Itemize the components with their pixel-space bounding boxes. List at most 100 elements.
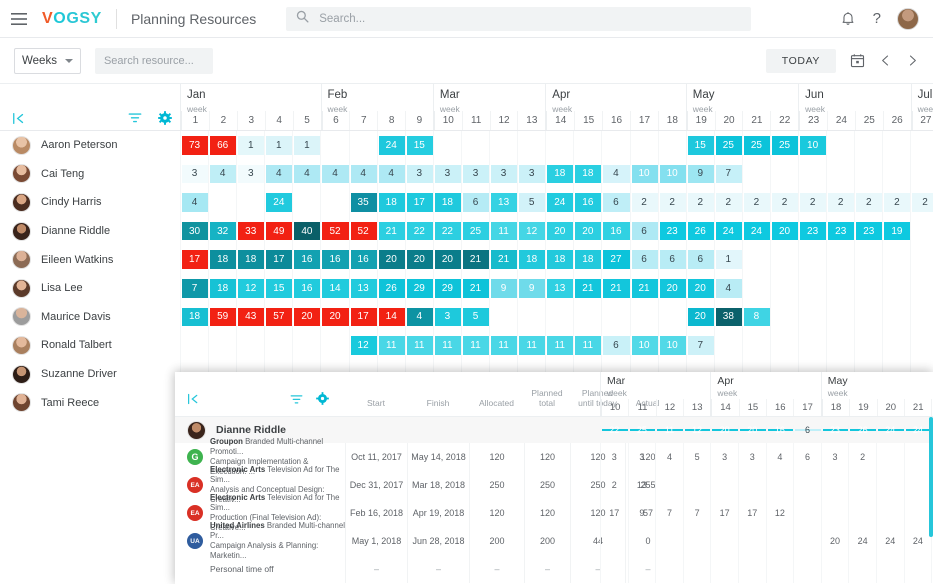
allocation-cell[interactable]: 18 (517, 245, 546, 274)
allocation-cell[interactable]: 24 (376, 131, 405, 160)
collapse-left-icon[interactable] (12, 112, 26, 125)
allocation-cell[interactable]: 10 (629, 159, 658, 189)
allocation-cell[interactable] (910, 159, 933, 189)
detail-allocation-cell[interactable]: 24 (875, 527, 904, 555)
allocation-cell[interactable]: 7 (180, 273, 209, 303)
allocation-cell[interactable]: 7 (713, 159, 742, 189)
allocation-cell[interactable]: 11 (489, 331, 518, 360)
week-number-cell[interactable]: 27 (911, 111, 933, 130)
allocation-cell[interactable]: 21 (460, 273, 490, 303)
allocation-cell[interactable]: 6 (685, 245, 714, 274)
allocation-cell[interactable] (741, 273, 770, 303)
allocation-cell[interactable]: 24 (741, 216, 770, 246)
allocation-cell[interactable] (854, 131, 882, 160)
detail-allocation-cell[interactable] (600, 527, 628, 555)
allocation-cell[interactable] (432, 131, 461, 160)
detail-allocation-cell[interactable] (875, 499, 904, 527)
allocation-cell[interactable] (910, 302, 933, 332)
detail-week-number-cell[interactable]: 15 (738, 399, 766, 416)
allocation-cell[interactable]: 10 (798, 131, 827, 160)
detail-project-cell[interactable]: Personal time off (175, 564, 345, 574)
detail-allocation-cell[interactable] (737, 555, 766, 583)
calendar-icon[interactable] (850, 53, 865, 68)
allocation-cell[interactable]: 16 (292, 245, 321, 274)
allocation-cell[interactable]: 10 (629, 331, 658, 360)
detail-allocation-cell[interactable]: 24 (875, 425, 904, 435)
allocation-cell[interactable]: 12 (236, 273, 265, 303)
detail-allocation-cell[interactable] (875, 555, 904, 583)
detail-allocation-cell[interactable] (737, 471, 766, 499)
chevron-right-icon[interactable] (906, 54, 919, 67)
allocation-cell[interactable]: 18 (208, 245, 237, 274)
allocation-cell[interactable]: 11 (432, 331, 461, 360)
detail-week-number-cell[interactable]: 20 (876, 399, 904, 416)
week-number-cell[interactable]: 11 (461, 111, 490, 130)
resource-name-cell[interactable]: Aaron Peterson (0, 135, 180, 155)
allocation-cell[interactable]: 30 (180, 216, 209, 246)
allocation-cell[interactable]: 23 (826, 216, 855, 246)
detail-allocation-cell[interactable]: 20 (710, 425, 738, 435)
detail-gear-icon[interactable] (316, 392, 329, 405)
allocation-cell[interactable] (910, 245, 933, 274)
hamburger-menu-icon[interactable] (0, 12, 38, 25)
allocation-cell[interactable]: 22 (432, 216, 461, 246)
week-number-cell[interactable]: 25 (854, 111, 883, 130)
week-number-cell[interactable]: 4 (264, 111, 293, 130)
detail-week-number-cell[interactable]: 21 (904, 399, 931, 416)
allocation-cell[interactable] (854, 159, 882, 189)
allocation-cell[interactable]: 20 (404, 245, 433, 274)
allocation-cell[interactable]: 15 (404, 131, 433, 160)
allocation-cell[interactable]: 6 (657, 245, 686, 274)
allocation-cell[interactable]: 35 (348, 188, 377, 217)
allocation-cell[interactable] (798, 273, 826, 303)
detail-allocation-cell[interactable]: 4 (655, 443, 683, 471)
user-avatar[interactable] (897, 7, 919, 30)
allocation-cell[interactable]: 1 (713, 245, 742, 274)
detail-allocation-cell[interactable] (903, 499, 932, 527)
allocation-cell[interactable]: 10 (657, 159, 686, 189)
detail-collapse-left-icon[interactable] (187, 393, 200, 405)
allocation-cell[interactable] (910, 331, 933, 360)
allocation-cell[interactable]: 18 (573, 245, 602, 274)
detail-allocation-cell[interactable]: 7 (655, 499, 683, 527)
allocation-cell[interactable] (320, 131, 348, 160)
allocation-cell[interactable] (573, 131, 601, 160)
allocation-cell[interactable]: 18 (573, 159, 602, 189)
detail-allocation-cell[interactable] (793, 499, 821, 527)
resource-row[interactable]: Cai Teng 3 4 3 4 4 4 4 4 3 3 3 3 3 18 18 4 10 10 9 7 (0, 159, 933, 189)
gear-icon[interactable] (158, 111, 172, 125)
allocation-cell[interactable]: 3 (180, 159, 209, 189)
resource-search-input[interactable]: Search resource... (94, 47, 213, 74)
detail-allocation-cell[interactable] (793, 471, 821, 499)
allocation-cell[interactable]: 2 (657, 188, 686, 217)
detail-week-number-cell[interactable]: 12 (655, 399, 683, 416)
allocation-cell[interactable] (826, 159, 854, 189)
allocation-cell[interactable] (657, 131, 686, 160)
allocation-cell[interactable]: 18 (545, 245, 574, 274)
vogsy-logo[interactable]: VOGSY (38, 10, 102, 28)
period-select[interactable]: Weeks (14, 47, 81, 74)
week-number-cell[interactable]: 14 (546, 111, 574, 130)
allocation-cell[interactable] (882, 159, 910, 189)
allocation-cell[interactable] (713, 331, 742, 360)
allocation-cell[interactable]: 20 (685, 273, 714, 303)
week-number-cell[interactable]: 5 (292, 111, 321, 130)
detail-allocation-cell[interactable]: 3 (710, 443, 738, 471)
global-search-input[interactable]: Search... (286, 6, 752, 31)
detail-allocation-cell[interactable]: 11 (655, 425, 683, 435)
detail-allocation-cell[interactable]: 26 (848, 425, 876, 435)
allocation-cell[interactable]: 24 (713, 216, 742, 246)
detail-vertical-scrollbar[interactable] (929, 417, 933, 537)
resource-row[interactable]: Eileen Watkins 17 18 18 17 16 16 16 20 20 20 21 21 18… (0, 245, 933, 274)
allocation-cell[interactable]: 26 (376, 273, 405, 303)
allocation-cell[interactable] (601, 131, 629, 160)
allocation-cell[interactable]: 25 (713, 131, 742, 160)
detail-allocation-cell[interactable] (710, 471, 738, 499)
allocation-cell[interactable] (798, 159, 826, 189)
detail-allocation-cell[interactable] (848, 471, 876, 499)
allocation-cell[interactable]: 18 (236, 245, 265, 274)
allocation-cell[interactable] (741, 331, 770, 360)
allocation-cell[interactable]: 9 (489, 273, 518, 303)
week-number-cell[interactable]: 23 (799, 111, 827, 130)
allocation-cell[interactable] (545, 131, 573, 160)
